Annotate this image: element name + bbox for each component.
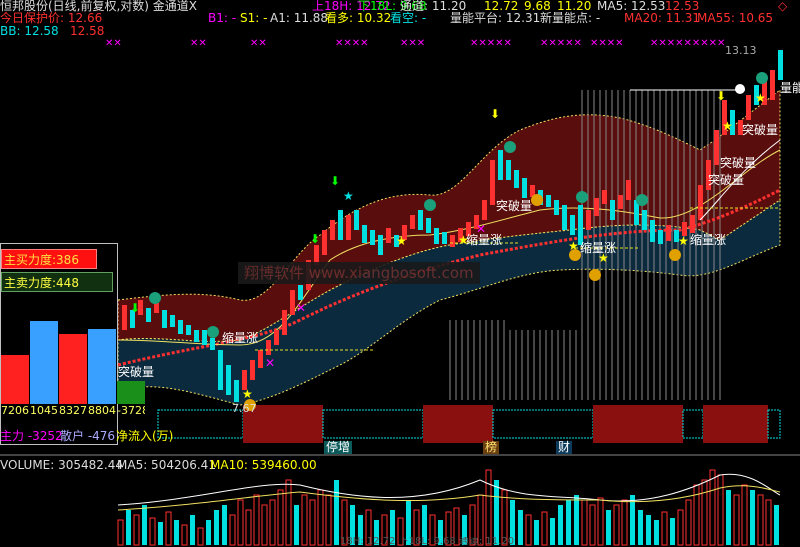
svg-text:✕✕: ✕✕ [250, 38, 267, 49]
force-bar-value: -3728 [117, 404, 145, 417]
magenta-x-icon: ✕ [265, 356, 275, 370]
volume-platform-value: 量能平台: 12.31 [450, 11, 541, 25]
lower-mark-value: 9.68 [524, 0, 551, 13]
force-values: 72061045883278804-3728 [1, 404, 145, 418]
ma5-value: MA5: 12.53 [597, 0, 666, 13]
force-panel: 主买力度:386 主卖力度:448 72061045883278804-3728 [0, 243, 145, 445]
upper-mark-value: 12.72 [484, 0, 519, 13]
force-bar [30, 321, 58, 404]
buy-signal-icon [504, 141, 516, 153]
shrink-up-label: 缩量涨 [466, 233, 503, 247]
force-bar [1, 355, 29, 404]
force-bar [59, 334, 87, 404]
force-bars [1, 299, 145, 404]
volume-ma10-value: MA10: 539460.00 [210, 458, 317, 472]
high-mark-label: 13.13 [725, 44, 757, 57]
low-mark-label: 7.67 [232, 402, 257, 415]
b1-value: B1: - [208, 11, 237, 25]
look-short-value: 看空: - [390, 11, 427, 25]
ma55-value: MA55: 10.65 [697, 11, 774, 25]
star-icon: ★ [678, 234, 689, 248]
breakthrough-label: 突破量 [742, 123, 779, 137]
buy-signal-icon [756, 72, 768, 84]
volume-level-dot [735, 84, 745, 94]
star-icon: ★ [722, 119, 733, 133]
main-sell-force: 主卖力度:448 [1, 272, 113, 292]
breakthrough-label: 突破量 [720, 156, 757, 170]
down-arrow-icon: ⬇ [330, 174, 340, 188]
ma20-value: MA20: 11.31 [624, 11, 701, 25]
channel-mark-value: 11.20 [557, 0, 592, 13]
new-volume-point-value: 新量能点: - [540, 11, 601, 25]
down-arrow-icon: ⬇ [130, 301, 140, 315]
buy-signal-icon [576, 191, 588, 203]
shrink-up-label: 缩量涨 [580, 241, 617, 255]
force-bar-value: 8327 [59, 404, 87, 417]
star-icon: ★ [343, 189, 354, 203]
svg-text:✕✕✕✕: ✕✕✕✕ [335, 38, 369, 49]
svg-text:✕✕✕✕: ✕✕✕✕ [590, 38, 624, 49]
main-buy-force: 主买力度:386 [1, 249, 97, 269]
look-long-value: 看多: 10.32 [325, 11, 392, 25]
magenta-markers: ✕✕ ✕✕ ✕✕ ✕✕✕✕ ✕✕✕ ✕✕✕✕✕ ✕✕✕✕✕ ✕✕✕✕ ✕✕✕✕✕✕✕✕✕ [105, 38, 725, 49]
svg-text:✕✕✕✕✕✕✕✕✕: ✕✕✕✕✕✕✕✕✕ [650, 38, 725, 49]
buy-signal-icon [636, 194, 648, 206]
force-bar [117, 381, 145, 404]
buy-signal-icon [149, 292, 161, 304]
breakthrough-label: 突破量 [708, 173, 745, 187]
force-bar [88, 329, 116, 404]
tag-finance[interactable]: 财 [556, 441, 573, 454]
sell-signal-icon [531, 194, 543, 206]
svg-text:✕✕✕✕✕: ✕✕✕✕✕ [540, 38, 582, 49]
svg-text:✕✕: ✕✕ [190, 38, 207, 49]
diamond-icon: ◇ [778, 0, 788, 13]
breakthrough-label: 突破量 [496, 199, 533, 213]
channel-value: 通道: 11.20 [400, 0, 467, 13]
volume-bars [117, 469, 779, 546]
tag-list[interactable]: 榜 [483, 441, 500, 454]
a1-value: A1: 11.88 [270, 11, 329, 25]
force-bar-value: 8804 [88, 404, 116, 417]
svg-text:✕✕: ✕✕ [105, 38, 122, 49]
upper-channel-band [117, 88, 781, 342]
sell-signal-icon [669, 249, 681, 261]
force-bar-value: 10458 [30, 404, 58, 417]
buy-signal-icon [424, 199, 436, 211]
breakthrough-label: 突破量 [118, 365, 155, 379]
s1-value: S1: - [240, 11, 268, 25]
sell-signal-icon [589, 269, 601, 281]
buy-signal-icon [207, 326, 219, 338]
volume-value: VOLUME: 305482.44 [0, 458, 123, 472]
down-arrow-icon: ⬇ [310, 232, 320, 246]
star-icon: ★ [755, 91, 766, 105]
bb-value: BB: 12.58 [0, 24, 59, 38]
shrink-up-label: 缩量涨 [690, 233, 727, 247]
bb-mark-value: 12.58 [70, 24, 105, 38]
down-arrow-icon: ⬇ [716, 89, 726, 103]
star-icon: ★ [396, 234, 407, 248]
ma5-mark-value: 12.53 [665, 0, 700, 13]
volume-line-label: 量能 [780, 81, 800, 95]
watermark: 翔博软件 www.xiangbosoft.com [238, 262, 480, 284]
svg-text:✕✕✕: ✕✕✕ [400, 38, 425, 49]
retail-value: 散户 -476 [60, 429, 116, 443]
shrink-up-label: 缩量涨 [222, 331, 259, 345]
tag-stop-increase[interactable]: 停增 [324, 441, 353, 454]
star-icon: ★ [242, 387, 253, 401]
net-inflow-label: 净流入(万) [116, 429, 174, 443]
svg-text:✕✕✕✕✕: ✕✕✕✕✕ [470, 38, 512, 49]
force-bar-value: 7206 [1, 404, 29, 417]
down-arrow-icon: ⬇ [490, 107, 500, 121]
volume-ma5-value: MA5: 504206.41 [117, 458, 216, 472]
footer-truncated: 18H: 12.72 下18L: 9.68 通道: 11.20 [340, 537, 515, 547]
main-force-value: 主力 -3252 [0, 429, 63, 443]
volume-ma10-line [117, 485, 781, 511]
volume-ma5-line [117, 473, 781, 506]
magenta-x-icon: ✕ [296, 301, 306, 315]
